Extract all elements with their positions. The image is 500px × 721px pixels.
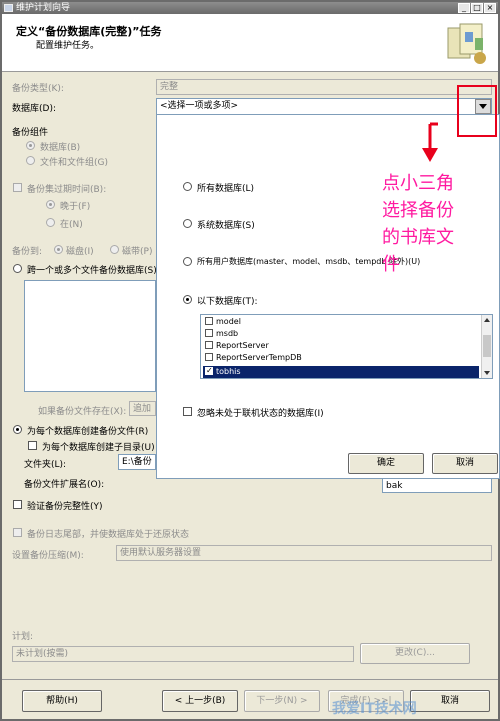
backup-to-disk-radio[interactable]: [54, 245, 63, 254]
folder-input[interactable]: E:\备份: [118, 454, 156, 470]
if-exists-select[interactable]: 追加: [129, 401, 156, 416]
database-item-label: msdb: [216, 329, 239, 338]
database-label: 数据库(D):: [12, 104, 56, 114]
backup-to-disk-label: 磁盘(I): [66, 247, 94, 257]
app-icon: [4, 4, 13, 12]
close-button[interactable]: ×: [484, 3, 496, 13]
maximize-button[interactable]: □: [471, 3, 483, 13]
backup-to-tape-radio[interactable]: [110, 245, 119, 254]
popup-cancel-button[interactable]: 取消: [432, 453, 498, 474]
expire-on-label: 在(N): [60, 220, 83, 230]
all-databases-radio[interactable]: [183, 182, 192, 191]
watermark-text: 我爱IT技术网: [332, 701, 417, 717]
window-title: 维护计划向导: [16, 3, 71, 13]
annotation-arrow-icon: [422, 85, 497, 162]
user-databases-radio[interactable]: [183, 257, 192, 266]
page-subtitle: 配置维护任务。: [36, 41, 100, 51]
wizard-header: 定义“备份数据库(完整)”任务 配置维护任务。: [2, 14, 498, 72]
per-db-subdir-label: 为每个数据库创建子目录(U): [42, 443, 155, 453]
component-database-radio[interactable]: [26, 141, 35, 150]
schedule-label: 计划:: [12, 632, 34, 642]
extension-label: 备份文件扩展名(O):: [24, 480, 105, 490]
title-bar: 维护计划向导 _ □ ×: [2, 2, 498, 14]
extension-input[interactable]: bak: [382, 478, 492, 493]
database-item-reportserver[interactable]: ReportServer: [203, 340, 479, 352]
expire-label: 备份集过期时间(B):: [27, 185, 107, 195]
backup-to-label: 备份到:: [12, 247, 43, 257]
back-button[interactable]: < 上一步(B): [162, 690, 238, 712]
log-tail-label: 备份日志尾部，并使数据库处于还原状态: [27, 530, 190, 540]
database-item-model[interactable]: model: [203, 316, 479, 328]
database-list-scrollbar[interactable]: [481, 315, 492, 378]
popup-ok-button[interactable]: 确定: [348, 453, 424, 474]
backup-to-tape-label: 磁带(P): [122, 247, 153, 257]
span-files-radio[interactable]: [13, 264, 22, 273]
schedule-field: 未计划(按需): [12, 646, 354, 662]
expire-after-radio[interactable]: [46, 200, 55, 209]
annotation-text-line4: 件: [382, 254, 400, 275]
backup-files-list[interactable]: [24, 280, 156, 392]
per-db-file-label: 为每个数据库创建备份文件(R): [27, 427, 149, 437]
page-title: 定义“备份数据库(完整)”任务: [16, 25, 162, 38]
span-files-label: 跨一个或多个文件备份数据库(S):: [27, 266, 160, 276]
compression-select[interactable]: 使用默认服务器设置: [116, 545, 492, 561]
verify-label: 验证备份完整性(Y): [27, 502, 103, 512]
per-db-subdir-checkbox[interactable]: [28, 441, 37, 450]
component-files-label: 文件和文件组(G): [40, 158, 108, 168]
compression-label: 设置备份压缩(M):: [12, 551, 84, 561]
database-item-label: ReportServerTempDB: [216, 353, 302, 362]
database-item-msdb[interactable]: msdb: [203, 328, 479, 340]
database-item-checkbox[interactable]: [205, 317, 213, 325]
database-item-label: ReportServer: [216, 341, 269, 350]
footer-divider: [2, 679, 498, 680]
database-checklist[interactable]: model msdb ReportServer ReportServerTemp…: [200, 314, 493, 379]
backup-component-label: 备份组件: [12, 128, 49, 138]
database-item-checkbox[interactable]: [205, 353, 213, 361]
verify-checkbox[interactable]: [13, 500, 22, 509]
database-select-value: <选择一项或多项>: [160, 101, 239, 111]
database-item-label: model: [216, 317, 241, 326]
system-databases-radio[interactable]: [183, 219, 192, 228]
database-item-checkbox-checked[interactable]: [205, 365, 213, 377]
backup-type-label: 备份类型(K):: [12, 84, 64, 94]
these-databases-radio[interactable]: [183, 295, 192, 304]
ignore-offline-label: 忽略未处于联机状态的数据库(I): [197, 409, 324, 419]
footer-cancel-button[interactable]: 取消: [410, 690, 490, 712]
expire-after-label: 晚于(F): [60, 202, 91, 212]
change-schedule-button[interactable]: 更改(C)...: [360, 643, 470, 664]
scrollbar-arrows-icon: [483, 318, 491, 375]
database-item-tobhis[interactable]: tobhis: [203, 365, 479, 378]
annotation-text-line2: 选择备份: [382, 200, 454, 221]
minimize-button[interactable]: _: [458, 3, 470, 13]
annotation-text-line3: 的书库文: [382, 227, 454, 248]
wizard-graphic-icon: [447, 23, 486, 64]
these-databases-label: 以下数据库(T):: [197, 297, 258, 307]
database-item-label: tobhis: [216, 367, 241, 376]
ignore-offline-checkbox[interactable]: [183, 407, 192, 416]
component-database-label: 数据库(B): [40, 143, 81, 153]
all-databases-label: 所有数据库(L): [197, 184, 255, 194]
database-item-reportservertempdb[interactable]: ReportServerTempDB: [203, 352, 479, 364]
next-button[interactable]: 下一步(N) >: [244, 690, 320, 712]
expire-on-radio[interactable]: [46, 218, 55, 227]
system-databases-label: 系统数据库(S): [197, 221, 255, 231]
per-db-file-radio[interactable]: [13, 425, 22, 434]
database-item-checkbox[interactable]: [205, 341, 213, 349]
wizard-window: 维护计划向导 _ □ × 定义“备份数据库(完整)”任务 配置维护任务。 备份类…: [0, 0, 500, 721]
database-item-checkbox[interactable]: [205, 329, 213, 337]
expire-checkbox[interactable]: [13, 183, 22, 192]
annotation-text-line1: 点小三角: [382, 173, 454, 194]
help-button[interactable]: 帮助(H): [22, 690, 102, 712]
component-files-radio[interactable]: [26, 156, 35, 165]
folder-label: 文件夹(L):: [24, 460, 67, 470]
if-exists-label: 如果备份文件存在(X):: [38, 407, 127, 417]
log-tail-checkbox[interactable]: [13, 528, 22, 537]
